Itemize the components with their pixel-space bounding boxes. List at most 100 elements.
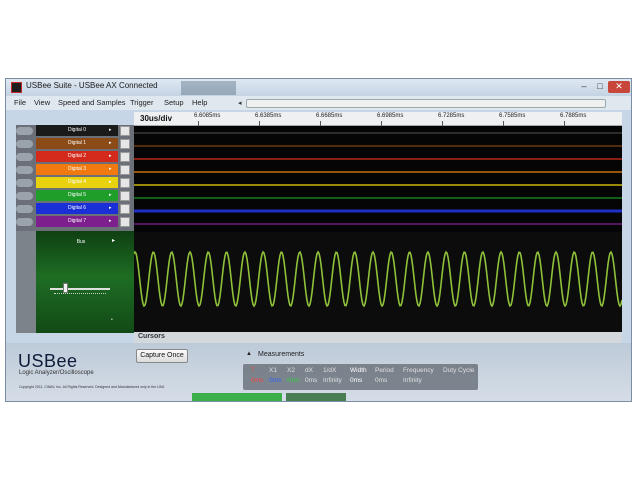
channel-handle[interactable] xyxy=(16,205,33,213)
channel-enable-checkbox[interactable] xyxy=(120,178,130,188)
channel-enable-checkbox[interactable] xyxy=(120,126,130,136)
menu-view[interactable]: View xyxy=(34,98,50,107)
app-icon xyxy=(11,82,22,93)
channel-arrow-icon[interactable]: ▸ xyxy=(109,177,112,188)
menu-help[interactable]: Help xyxy=(192,98,207,107)
channel-enable-checkbox[interactable] xyxy=(120,152,130,162)
channel-row-digital-6[interactable]: Digital 6 ▸ xyxy=(16,203,134,215)
channel-handle[interactable] xyxy=(16,192,33,200)
cursors-bar: Cursors xyxy=(134,332,622,343)
channel-enable-checkbox[interactable] xyxy=(120,204,130,214)
voltage-slider-track[interactable] xyxy=(50,288,110,290)
voltage-slider-knob[interactable] xyxy=(63,283,68,293)
channel-label[interactable]: Digital 0 xyxy=(36,125,118,136)
channel-handle[interactable] xyxy=(16,153,33,161)
menu-setup[interactable]: Setup xyxy=(164,98,184,107)
title-bar[interactable]: USBee Suite - USBee AX Connected – □ ✕ xyxy=(6,79,631,96)
bottom-panel: USBee Logic Analyzer/Oscilloscope Copyri… xyxy=(6,343,631,401)
channel-row-digital-1[interactable]: Digital 1 ▸ xyxy=(16,138,134,150)
channel-row-digital-5[interactable]: Digital 5 ▸ xyxy=(16,190,134,202)
analog-channel-panel[interactable]: Bus ▸ • xyxy=(36,231,134,333)
time-tick-label: 6.7585ms xyxy=(499,113,526,119)
channel-enable-checkbox[interactable] xyxy=(120,165,130,175)
status-strip-secondary xyxy=(286,393,346,401)
measurements-collapse-icon[interactable]: ▲ xyxy=(246,351,252,357)
close-button[interactable]: ✕ xyxy=(608,81,630,93)
channel-row-digital-0[interactable]: Digital 0 ▸ xyxy=(16,125,134,137)
channel-panel: Digital 0 ▸ Digital 1 ▸ Digital 2 ▸ Digi… xyxy=(16,125,134,333)
channel-handle[interactable] xyxy=(16,127,33,135)
analog-side-strip xyxy=(16,231,36,333)
menu-file[interactable]: File xyxy=(14,98,26,107)
measurements-title[interactable]: Measurements xyxy=(258,351,304,358)
measurement-value: 0ms xyxy=(350,377,363,384)
channel-row-digital-4[interactable]: Digital 4 ▸ xyxy=(16,177,134,189)
channel-arrow-icon[interactable]: ▸ xyxy=(109,216,112,227)
cursors-label: Cursors xyxy=(138,333,165,340)
channel-arrow-icon[interactable]: ▸ xyxy=(109,151,112,162)
channel-arrow-icon[interactable]: ▸ xyxy=(109,203,112,214)
time-tick-label: 6.6985ms xyxy=(377,113,404,119)
scroll-left-arrow-icon[interactable]: ◂ xyxy=(238,99,242,107)
measurement-header: Period xyxy=(375,367,394,374)
measurement-header: Duty Cycle xyxy=(443,367,475,374)
channel-enable-checkbox[interactable] xyxy=(120,191,130,201)
menu-speed-and-samples[interactable]: Speed and Samples xyxy=(58,98,126,107)
capture-once-button[interactable]: Capture Once xyxy=(136,349,188,363)
measurement-header: 1/dX xyxy=(323,367,337,374)
channel-row-digital-7[interactable]: Digital 7 ▸ xyxy=(16,216,134,228)
channel-handle[interactable] xyxy=(16,166,33,174)
measurements-table: T X1 X2 dX 1/dX Width Period Frequency D… xyxy=(243,364,478,390)
channel-label[interactable]: Digital 5 xyxy=(36,190,118,201)
channel-arrow-icon[interactable]: ▸ xyxy=(109,125,112,136)
measurement-value: 0ms xyxy=(251,377,264,384)
maximize-button[interactable]: □ xyxy=(592,81,608,93)
copyright-text: Copyright 2011, CWAV, Inc. All Rights Re… xyxy=(19,385,165,389)
measurement-value: 0ms xyxy=(305,377,318,384)
window-title: USBee Suite - USBee AX Connected xyxy=(26,81,158,90)
measurement-header: T xyxy=(251,367,255,374)
measurement-value: 0ms xyxy=(269,377,282,384)
analog-arrow-icon[interactable]: ▸ xyxy=(112,237,115,244)
time-tick-label: 6.6685ms xyxy=(316,113,343,119)
slider-ticks xyxy=(54,293,106,296)
background-artifact xyxy=(181,81,236,95)
time-per-division[interactable]: 30us/div xyxy=(140,114,172,123)
measurement-value: 0ms xyxy=(375,377,388,384)
channel-label[interactable]: Digital 3 xyxy=(36,164,118,175)
brand-logo: USBee xyxy=(18,351,78,371)
channel-enable-checkbox[interactable] xyxy=(120,139,130,149)
channel-label[interactable]: Digital 6 xyxy=(36,203,118,214)
time-ruler: 30us/div 6.6085ms 6.6385ms 6.6685ms 6.69… xyxy=(134,112,622,126)
time-tick-label: 6.6385ms xyxy=(255,113,282,119)
channel-handle[interactable] xyxy=(16,140,33,148)
waveform-display[interactable] xyxy=(134,126,622,332)
channel-arrow-icon[interactable]: ▸ xyxy=(109,164,112,175)
status-strip xyxy=(192,393,282,401)
measurement-value: 0ms xyxy=(287,377,300,384)
measurement-header: X2 xyxy=(287,367,295,374)
brand-tagline: Logic Analyzer/Oscilloscope xyxy=(19,370,94,376)
channel-enable-checkbox[interactable] xyxy=(120,217,130,227)
channel-row-digital-2[interactable]: Digital 2 ▸ xyxy=(16,151,134,163)
channel-label[interactable]: Digital 1 xyxy=(36,138,118,149)
minimize-button[interactable]: – xyxy=(576,81,592,93)
horizontal-scrollbar[interactable] xyxy=(246,99,606,108)
analog-dot-icon: • xyxy=(111,317,113,323)
screen: USBee Suite - USBee AX Connected – □ ✕ F… xyxy=(0,0,640,480)
channel-arrow-icon[interactable]: ▸ xyxy=(109,190,112,201)
channel-label[interactable]: Digital 7 xyxy=(36,216,118,227)
menu-bar: File View Speed and Samples Trigger Setu… xyxy=(6,96,631,110)
channel-row-digital-3[interactable]: Digital 3 ▸ xyxy=(16,164,134,176)
app-window: USBee Suite - USBee AX Connected – □ ✕ F… xyxy=(5,78,632,402)
channel-label[interactable]: Digital 4 xyxy=(36,177,118,188)
channel-handle[interactable] xyxy=(16,179,33,187)
analog-channel-label[interactable]: Bus xyxy=(66,239,96,245)
channel-handle[interactable] xyxy=(16,218,33,226)
menu-trigger[interactable]: Trigger xyxy=(130,98,153,107)
channel-arrow-icon[interactable]: ▸ xyxy=(109,138,112,149)
measurement-value: Infinity xyxy=(403,377,422,384)
channel-label[interactable]: Digital 2 xyxy=(36,151,118,162)
measurement-header: X1 xyxy=(269,367,277,374)
measurement-header: Width xyxy=(350,367,367,374)
